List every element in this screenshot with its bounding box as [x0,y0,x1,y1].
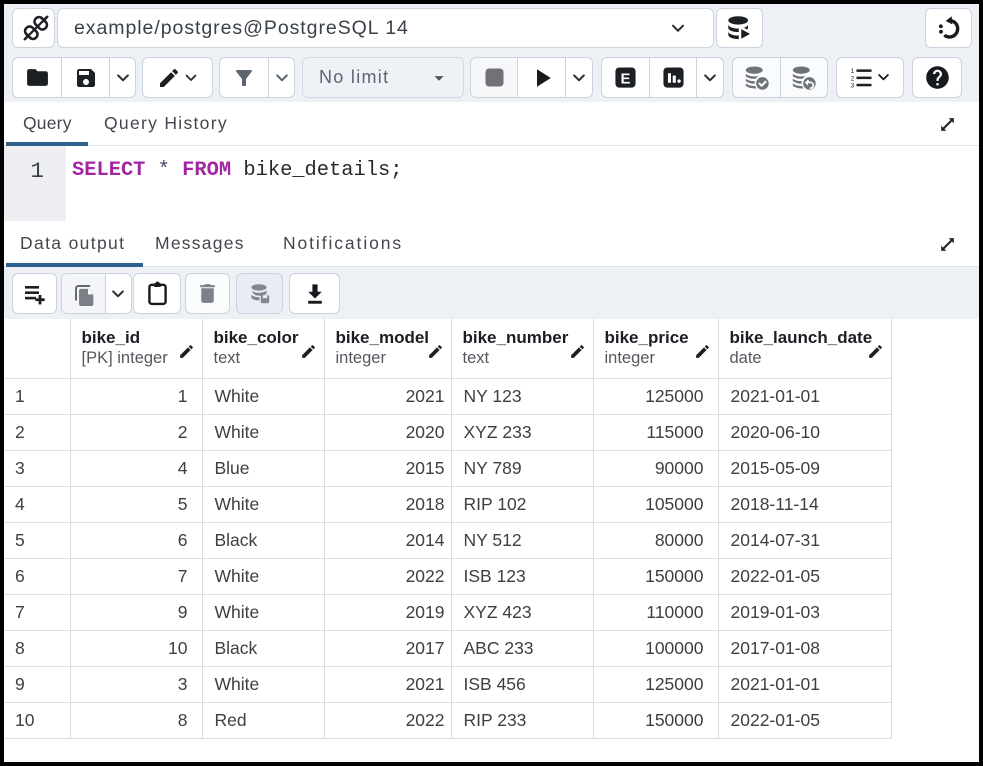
svg-text:3: 3 [851,82,855,89]
svg-text:E: E [621,71,631,87]
svg-text:1: 1 [851,68,855,75]
svg-text:2: 2 [851,75,855,82]
